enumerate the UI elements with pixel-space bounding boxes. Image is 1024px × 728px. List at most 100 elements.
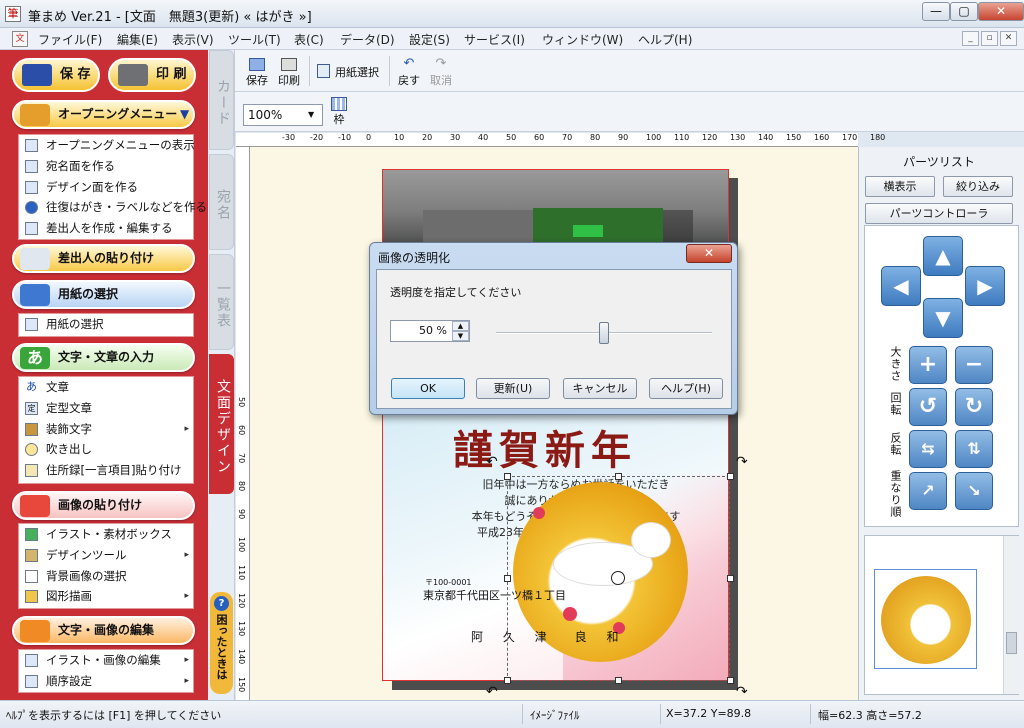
background-image[interactable]: 背景画像の選択 xyxy=(19,566,193,587)
opening-menu-show[interactable]: オープニングメニューの表示 xyxy=(19,135,195,156)
menu-edit[interactable]: 編集(E) xyxy=(117,31,158,48)
text-input-header[interactable]: あ 文字・文章の入力 xyxy=(12,343,195,372)
edit-header[interactable]: 文字・画像の編集 xyxy=(12,616,195,645)
rotate-handle-icon[interactable]: ↷ xyxy=(736,684,748,700)
edit-list: イラスト・画像の編集 ▸ 順序設定 ▸ xyxy=(18,649,194,693)
tab-card[interactable]: カード xyxy=(209,50,234,150)
sender-paste-header[interactable]: 差出人の貼り付け xyxy=(12,244,195,273)
move-right-icon[interactable]: ▶ xyxy=(965,266,1005,306)
flip-horizontal-icon[interactable]: ⇆ xyxy=(909,430,947,468)
text-template[interactable]: 定定型文章 xyxy=(19,398,193,419)
thumbnail-scrollbar[interactable] xyxy=(1003,536,1019,694)
toolbar-print[interactable]: 印刷 xyxy=(278,58,300,88)
menu-view[interactable]: 表示(V) xyxy=(172,31,214,48)
make-design-side[interactable]: デザイン面を作る xyxy=(19,177,193,198)
print-big-button[interactable]: 印 刷 xyxy=(108,58,196,92)
minimize-button[interactable]: — xyxy=(922,2,950,21)
tab-design[interactable]: 文面デザイン xyxy=(209,354,234,494)
horizontal-view-button[interactable]: 横表示 xyxy=(865,176,935,197)
menu-service[interactable]: サービス(I) xyxy=(464,31,525,48)
toolbar-divider xyxy=(309,56,310,86)
document-icon[interactable]: 文 xyxy=(12,31,28,47)
mdi-restore-button[interactable]: ▫ xyxy=(981,31,998,46)
spin-up-icon[interactable]: ▲ xyxy=(452,321,469,331)
toolbar-paper-select[interactable]: 用紙選択 xyxy=(317,64,379,80)
send-backward-icon[interactable]: ↘ xyxy=(955,472,993,510)
toolbar-undo[interactable]: ↶ 戻す xyxy=(398,57,420,88)
rotate-handle-icon[interactable]: ↶ xyxy=(486,684,498,700)
resize-handle[interactable] xyxy=(727,677,734,684)
flip-vertical-icon[interactable]: ⇅ xyxy=(955,430,993,468)
tab-address[interactable]: 宛名 xyxy=(209,154,234,250)
size-label: 大きさ xyxy=(889,346,902,382)
rotate-left-icon[interactable]: ↺ xyxy=(909,388,947,426)
rotate-right-icon[interactable]: ↻ xyxy=(955,388,993,426)
text-sentence[interactable]: あ文章 xyxy=(19,377,193,398)
resize-handle[interactable] xyxy=(615,677,622,684)
parts-controller-button[interactable]: パーツコントローラ xyxy=(865,203,1013,224)
text-address-paste[interactable]: 住所録[一言項目]貼り付け xyxy=(19,460,193,481)
move-up-icon[interactable]: ▲ xyxy=(923,236,963,276)
toolbar-save[interactable]: 保存 xyxy=(246,58,268,88)
opening-menu-header[interactable]: オープニングメニュー ▼ xyxy=(12,100,195,129)
bring-forward-icon[interactable]: ↗ xyxy=(909,472,947,510)
resize-handle[interactable] xyxy=(727,473,734,480)
order-setting[interactable]: 順序設定 ▸ xyxy=(19,671,193,692)
rotate-handle-icon[interactable]: ↶ xyxy=(486,454,498,470)
image-paste-header[interactable]: 画像の貼り付け xyxy=(12,491,195,520)
resize-handle[interactable] xyxy=(504,677,511,684)
save-big-button[interactable]: 保 存 xyxy=(12,58,100,92)
filter-button[interactable]: 絞り込み xyxy=(943,176,1013,197)
frame-button[interactable]: 枠 xyxy=(331,97,347,127)
maximize-button[interactable]: ▢ xyxy=(950,2,978,21)
menu-tools[interactable]: ツール(T) xyxy=(228,31,281,48)
shape-draw[interactable]: 図形描画 ▸ xyxy=(19,586,193,607)
dialog-title: 画像の透明化 xyxy=(378,251,451,265)
move-down-icon[interactable]: ▼ xyxy=(923,298,963,338)
move-left-icon[interactable]: ◀ xyxy=(881,266,921,306)
make-address-side[interactable]: 宛名面を作る xyxy=(19,156,193,177)
parts-thumbnail[interactable] xyxy=(874,569,977,669)
cancel-button[interactable]: キャンセル xyxy=(563,378,637,399)
text-balloon[interactable]: 吹き出し xyxy=(19,439,193,460)
rotation-center-icon[interactable] xyxy=(611,571,625,585)
resize-handle[interactable] xyxy=(615,473,622,480)
spin-down-icon[interactable]: ▼ xyxy=(452,331,469,341)
text-sentence-label: 文章 xyxy=(46,380,69,394)
enlarge-icon[interactable]: + xyxy=(909,346,947,384)
zoom-select[interactable]: 100% ▼ xyxy=(243,104,323,126)
mdi-minimize-button[interactable]: _ xyxy=(962,31,979,46)
thumbnail-rabbit-image xyxy=(881,576,971,664)
scroll-thumb[interactable] xyxy=(1006,632,1017,654)
slider-thumb[interactable] xyxy=(599,322,609,344)
resize-handle[interactable] xyxy=(504,575,511,582)
edit-illust-image[interactable]: イラスト・画像の編集 ▸ xyxy=(19,650,193,671)
dialog-close-button[interactable]: ✕ xyxy=(686,244,732,263)
resize-handle[interactable] xyxy=(504,473,511,480)
design-tool[interactable]: デザインツール ▸ xyxy=(19,545,193,566)
menu-settings[interactable]: 設定(S) xyxy=(409,31,450,48)
help-tab[interactable]: ? 困ったときは xyxy=(210,592,233,694)
make-reply-postcard[interactable]: 往復はがき・ラベルなどを作る xyxy=(19,197,207,218)
close-button[interactable]: ✕ xyxy=(978,2,1024,21)
paper-select-item[interactable]: 用紙の選択 xyxy=(19,314,193,335)
toolbar-redo[interactable]: ↷ 取消 xyxy=(430,57,452,88)
resize-handle[interactable] xyxy=(727,575,734,582)
help-button[interactable]: ヘルプ(H) xyxy=(649,378,723,399)
vertical-ruler: 50 60 70 80 90 100 110 120 130 140 150 xyxy=(236,147,250,700)
rotate-handle-icon[interactable]: ↷ xyxy=(736,454,748,470)
edit-sender[interactable]: 差出人を作成・編集する xyxy=(19,218,193,239)
text-decorative[interactable]: 装飾文字 ▸ xyxy=(19,419,193,440)
menu-window[interactable]: ウィンドウ(W) xyxy=(542,31,623,48)
tab-list[interactable]: 一覧表 xyxy=(209,254,234,350)
menu-table[interactable]: 表(C) xyxy=(294,31,324,48)
shrink-icon[interactable]: − xyxy=(955,346,993,384)
update-button[interactable]: 更新(U) xyxy=(476,378,550,399)
menu-file[interactable]: ファイル(F) xyxy=(38,31,102,48)
ok-button[interactable]: OK xyxy=(391,378,465,399)
menu-help[interactable]: ヘルプ(H) xyxy=(638,31,692,48)
menu-data[interactable]: データ(D) xyxy=(340,31,395,48)
paper-select-header[interactable]: 用紙の選択 xyxy=(12,280,195,309)
illust-box[interactable]: イラスト・素材ボックス xyxy=(19,524,193,545)
mdi-close-button[interactable]: ✕ xyxy=(1000,31,1017,46)
